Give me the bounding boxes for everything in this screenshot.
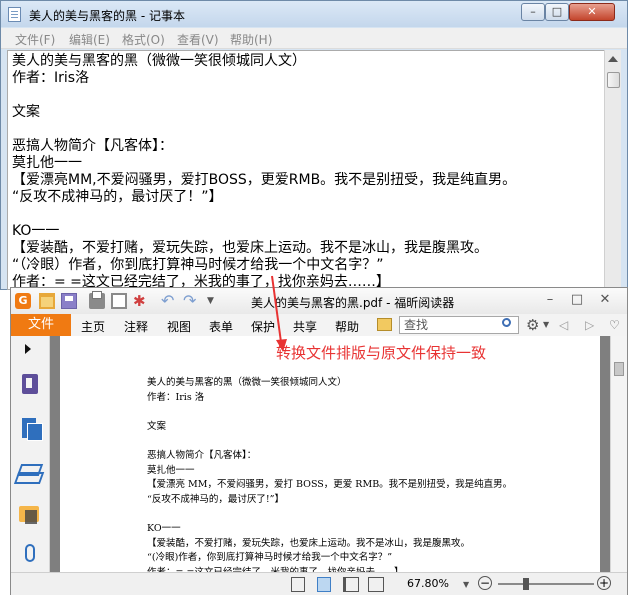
tab-share[interactable]: 共享 bbox=[293, 318, 317, 335]
tab-protect[interactable]: 保护 bbox=[251, 318, 275, 335]
notepad-window: 美人的美与黑客的黑 - 记事本 – □ ✕ 文件(F) 编辑(E) 格式(O) … bbox=[0, 0, 628, 290]
gear-icon[interactable]: ⚙ bbox=[526, 316, 539, 334]
continuous-view-icon[interactable] bbox=[317, 577, 331, 592]
foxit-ribbon-tabs: 文件 主页 注释 视图 表单 保护 共享 帮助 查找 ⚙ ▼ ◁ ▷ ♡ bbox=[11, 314, 627, 337]
notepad-content: 美人的美与黑客的黑（微微一笑很倾城同人文） 作者：Iris洛 文案 恶搞人物简介… bbox=[12, 53, 517, 290]
zoom-dropdown-icon[interactable]: ▼ bbox=[463, 580, 469, 589]
foxit-title-bar[interactable]: G ✱ ↶ ↷ ▼ 美人的美与黑客的黑.pdf - 福昕阅读器 – □ ✕ bbox=[11, 288, 627, 314]
menu-view[interactable]: 查看(V) bbox=[177, 31, 219, 48]
pdf-page: 美人的美与黑客的黑（微微一笑很倾城同人文） 作者：Iris 洛 文案 恶搞人物简… bbox=[60, 336, 600, 572]
open-folder-icon[interactable] bbox=[39, 293, 55, 309]
expand-pane-icon[interactable] bbox=[25, 344, 31, 354]
notepad-text-area[interactable]: 美人的美与黑客的黑（微微一笑很倾城同人文） 作者：Iris洛 文案 恶搞人物简介… bbox=[7, 50, 605, 290]
foxit-status-bar: 67.80% ▼ − + bbox=[11, 572, 627, 595]
new-icon[interactable]: ✱ bbox=[133, 293, 149, 309]
search-icon[interactable] bbox=[502, 318, 511, 327]
notepad-title: 美人的美与黑客的黑 - 记事本 bbox=[29, 9, 185, 23]
foxit-maximize-button[interactable]: □ bbox=[568, 291, 586, 309]
menu-edit[interactable]: 编辑(E) bbox=[69, 31, 110, 48]
foxit-close-button[interactable]: ✕ bbox=[596, 291, 614, 309]
notepad-title-bar[interactable]: 美人的美与黑客的黑 - 记事本 – □ ✕ bbox=[1, 1, 627, 27]
collapse-ribbon-icon[interactable]: ♡ bbox=[609, 318, 620, 332]
screenshot-icon[interactable] bbox=[111, 293, 127, 309]
save-icon[interactable] bbox=[61, 293, 77, 309]
bookmark-icon[interactable] bbox=[22, 374, 38, 394]
layers-icon[interactable] bbox=[16, 464, 44, 476]
tab-view[interactable]: 视图 bbox=[167, 318, 191, 335]
foxit-scroll-thumb[interactable] bbox=[614, 362, 624, 376]
document-viewport[interactable]: 美人的美与黑客的黑（微微一笑很倾城同人文） 作者：Iris 洛 文案 恶搞人物简… bbox=[50, 336, 610, 572]
foxit-title: 美人的美与黑客的黑.pdf - 福昕阅读器 bbox=[251, 296, 455, 310]
notepad-scroll-thumb[interactable] bbox=[607, 72, 620, 88]
attachment-icon[interactable] bbox=[25, 544, 35, 562]
page-thumbnails-icon[interactable] bbox=[22, 418, 43, 441]
menu-help[interactable]: 帮助(H) bbox=[230, 31, 272, 48]
next-icon[interactable]: ▷ bbox=[585, 318, 594, 332]
pdf-page-content: 美人的美与黑客的黑（微微一笑很倾城同人文） 作者：Iris 洛 文案 恶搞人物简… bbox=[147, 377, 513, 572]
zoom-out-button[interactable]: − bbox=[478, 576, 492, 590]
notepad-vertical-scrollbar[interactable] bbox=[604, 50, 621, 290]
customize-toolbar-dropdown-icon[interactable]: ▼ bbox=[207, 293, 223, 309]
notepad-maximize-button[interactable]: □ bbox=[545, 3, 569, 21]
tab-form[interactable]: 表单 bbox=[209, 318, 233, 335]
continuous-facing-view-icon[interactable] bbox=[368, 577, 384, 592]
foxit-minimize-button[interactable]: – bbox=[541, 291, 559, 309]
annotation-callout: 转换文件排版与原文件保持一致 bbox=[276, 344, 487, 362]
chevron-down-icon[interactable]: ▼ bbox=[543, 320, 549, 329]
previous-icon[interactable]: ◁ bbox=[559, 318, 568, 332]
menu-file[interactable]: 文件(F) bbox=[15, 31, 55, 48]
notepad-app-icon bbox=[8, 7, 21, 22]
tab-home[interactable]: 主页 bbox=[81, 318, 105, 335]
search-input[interactable]: 查找 bbox=[399, 316, 519, 334]
tab-comment[interactable]: 注释 bbox=[124, 318, 148, 335]
foxit-window: G ✱ ↶ ↷ ▼ 美人的美与黑客的黑.pdf - 福昕阅读器 – □ ✕ 文件… bbox=[10, 287, 628, 595]
menu-format[interactable]: 格式(O) bbox=[122, 31, 165, 48]
zoom-level[interactable]: 67.80% bbox=[407, 577, 449, 590]
foxit-logo-icon[interactable]: G bbox=[15, 293, 31, 309]
zoom-in-button[interactable]: + bbox=[597, 576, 611, 590]
zoom-slider-handle[interactable] bbox=[523, 578, 529, 590]
notepad-menu-bar: 文件(F) 编辑(E) 格式(O) 查看(V) 帮助(H) bbox=[1, 28, 627, 49]
scroll-up-icon[interactable] bbox=[608, 56, 618, 62]
tab-help[interactable]: 帮助 bbox=[335, 318, 359, 335]
single-page-view-icon[interactable] bbox=[291, 577, 305, 592]
redo-icon[interactable]: ↷ bbox=[183, 293, 199, 309]
facing-view-icon[interactable] bbox=[343, 577, 359, 592]
comments-icon[interactable] bbox=[19, 506, 39, 524]
zoom-slider[interactable] bbox=[498, 583, 594, 585]
undo-icon[interactable]: ↶ bbox=[161, 293, 177, 309]
foxit-vertical-scrollbar[interactable] bbox=[610, 336, 627, 572]
notepad-minimize-button[interactable]: – bbox=[521, 3, 545, 21]
print-icon[interactable] bbox=[89, 291, 105, 309]
foxit-navigation-pane bbox=[11, 336, 50, 572]
find-folder-icon[interactable] bbox=[377, 318, 392, 331]
notepad-close-button[interactable]: ✕ bbox=[569, 3, 615, 21]
tab-file[interactable]: 文件 bbox=[11, 314, 71, 336]
